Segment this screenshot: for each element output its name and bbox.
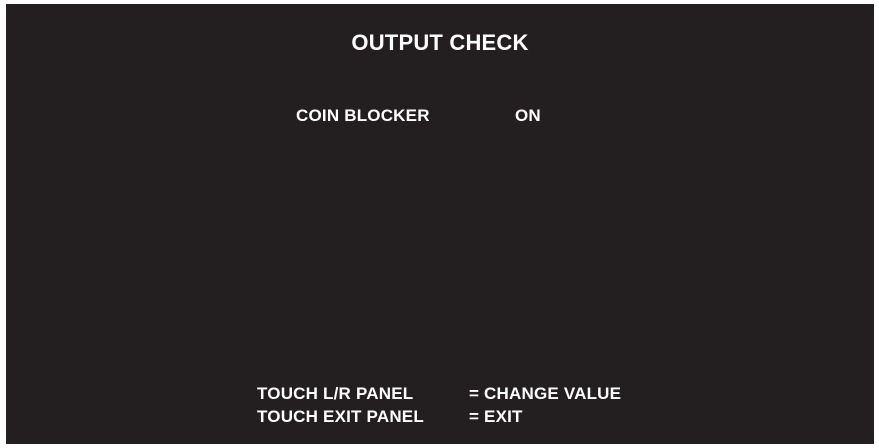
help-action-exit: = EXIT (469, 407, 523, 426)
help-key-lr-panel: TOUCH L/R PANEL (257, 384, 414, 403)
output-check-screen: OUTPUT CHECK COIN BLOCKER ON TOUCH L/R P… (6, 4, 874, 444)
coin-blocker-label: COIN BLOCKER (296, 106, 430, 125)
page-title: OUTPUT CHECK (351, 30, 529, 55)
help-key-exit-panel: TOUCH EXIT PANEL (257, 407, 424, 426)
help-action-change-value: = CHANGE VALUE (469, 384, 622, 403)
coin-blocker-value[interactable]: ON (515, 106, 541, 126)
